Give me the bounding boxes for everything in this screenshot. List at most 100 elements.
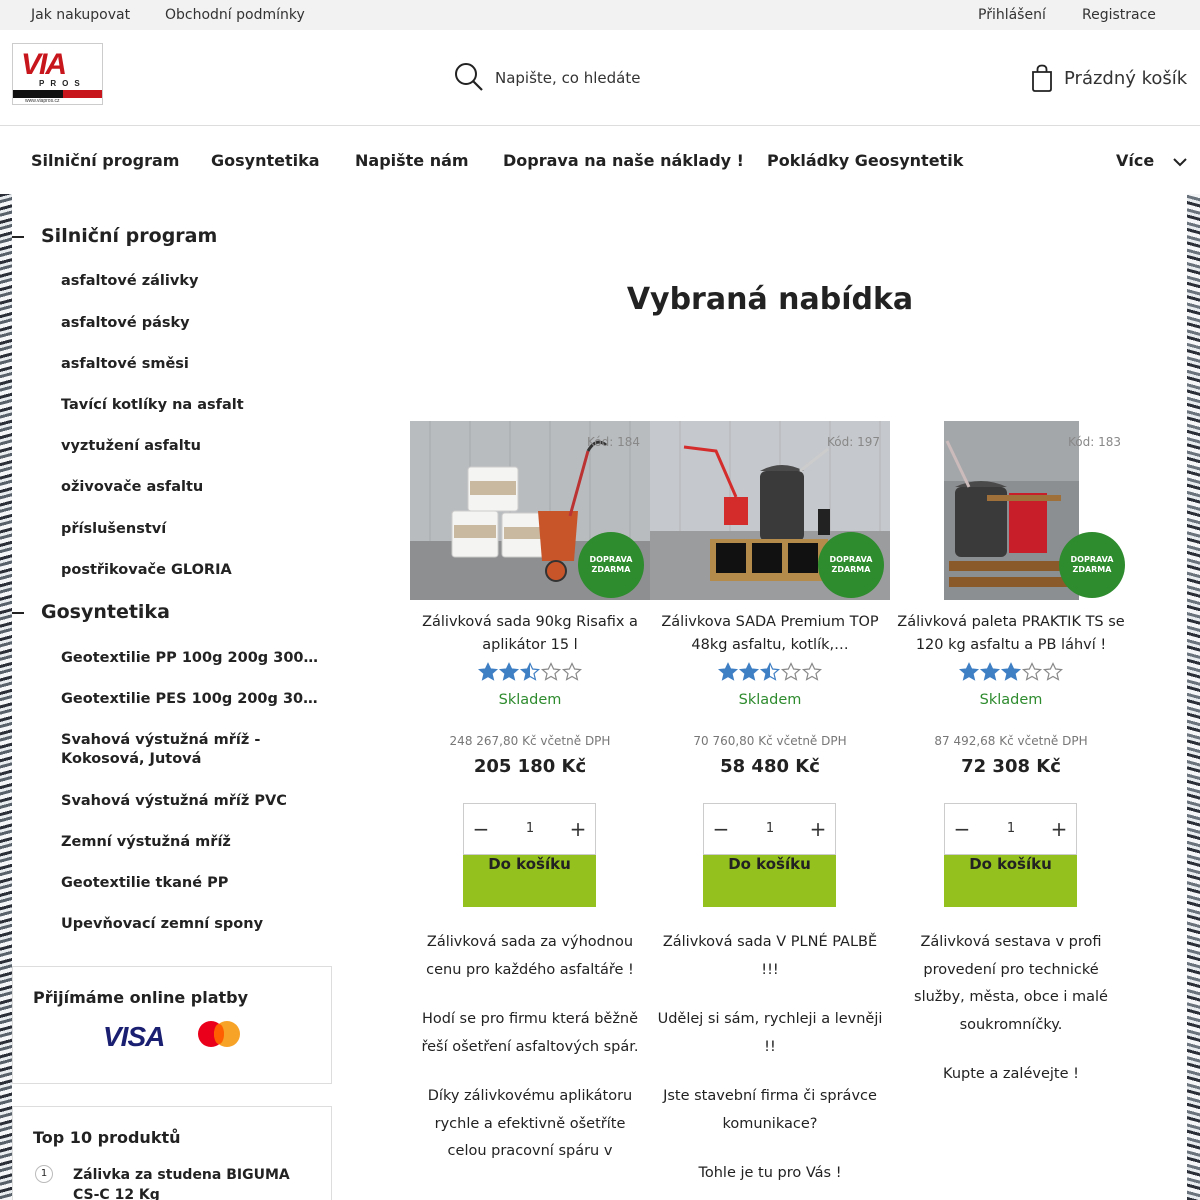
product-price: 72 308 Kč — [961, 756, 1061, 777]
sidebar-item-gloria-sprayers[interactable]: postřikovače GLORIA — [61, 561, 323, 580]
star-icon — [519, 662, 541, 681]
site-header: VIA PROS www.viapros.cz Napište, co hled… — [0, 30, 1200, 126]
link-how-to-buy[interactable]: Jak nakupovat — [31, 7, 130, 23]
rating-stars — [717, 662, 823, 682]
register-link[interactable]: Registrace — [1082, 7, 1156, 23]
price-with-vat: 87 492,68 Kč včetně DPH — [934, 734, 1088, 748]
sidebar-item-asphalt-tapes[interactable]: asfaltové pásky — [61, 314, 323, 333]
collapse-dash-icon[interactable] — [12, 236, 24, 238]
page-title: Vybraná nabídka — [626, 282, 914, 317]
description-paragraph: Tohle je tu pro Vás ! — [698, 1165, 842, 1181]
product-description: Zálivková sada za výhodnou cenu pro každ… — [415, 929, 645, 1188]
product-name[interactable]: Zálivková sada 90kg Risafix a aplikátor … — [410, 611, 650, 657]
description-paragraph: Zálivková sada za výhodnou cenu pro každ… — [426, 934, 634, 978]
price-with-vat: 70 760,80 Kč včetně DPH — [693, 734, 847, 748]
link-terms[interactable]: Obchodní podmínky — [165, 7, 305, 23]
nav-item-road-program[interactable]: Silniční program — [31, 151, 179, 170]
free-delivery-badge: DOPRAVA ZDARMA — [818, 532, 884, 598]
star-icon — [498, 662, 520, 681]
background-texture-right — [1187, 194, 1200, 1200]
collapse-dash-icon[interactable] — [12, 612, 24, 614]
star-icon — [1000, 662, 1022, 681]
sidebar-category-road-program[interactable]: Silniční program — [41, 225, 217, 247]
sidebar-item-asphalt-reinforcement[interactable]: vyztužení asfaltu — [61, 437, 323, 456]
product-image[interactable]: Kód: 183 DOPRAVA ZDARMA — [891, 421, 1131, 600]
stock-status: Skladem — [738, 692, 802, 708]
sidebar-item-woven-geotextile[interactable]: Geotextilie tkané PP — [61, 874, 323, 893]
rating-stars — [958, 662, 1064, 682]
quantity-stepper: − 1 + — [463, 803, 596, 855]
quantity-input[interactable]: 1 — [498, 804, 562, 854]
star-icon — [717, 662, 739, 681]
description-paragraph: Jste stavební firma či správce komunikac… — [663, 1088, 877, 1132]
sidebar-item-asphalt-mixes[interactable]: asfaltové směsi — [61, 355, 323, 374]
main-nav: Silniční program Gosyntetika Napište nám… — [0, 126, 1200, 194]
search-input[interactable]: Napište, co hledáte — [495, 69, 640, 87]
product-name[interactable]: Zálivková paleta PRAKTIK TS se 120 kg as… — [891, 611, 1131, 657]
price-with-vat: 248 267,80 Kč včetně DPH — [449, 734, 611, 748]
sidebar-item-ground-mesh[interactable]: Zemní výstužná mříž — [61, 833, 323, 852]
star-icon — [1021, 662, 1043, 681]
payments-box: Přijímáme online platby VISA — [12, 966, 332, 1084]
star-icon — [979, 662, 1001, 681]
logo-url: www.viapros.cz — [25, 98, 60, 104]
quantity-input[interactable]: 1 — [738, 804, 802, 854]
plus-icon[interactable]: + — [561, 804, 595, 854]
star-icon — [561, 662, 583, 681]
product-card: Kód: 183 DOPRAVA ZDARMA Zálivková paleta… — [891, 421, 1131, 1200]
sidebar: Silniční program asfaltové zálivky asfal… — [12, 194, 332, 1200]
product-card: Kód: 197 DOPRAVA ZDARMA Zálivkova SADA P… — [650, 421, 890, 1200]
chevron-down-icon — [1173, 157, 1187, 166]
logo-subtext: PROS — [39, 79, 86, 88]
quantity-stepper: − 1 + — [703, 803, 836, 855]
nav-item-free-delivery[interactable]: Doprava na naše náklady ! — [503, 151, 744, 170]
top10-item-link[interactable]: Zálivka za studena BIGUMA CS-C 12 Kg — [73, 1165, 318, 1200]
nav-item-installations[interactable]: Pokládky Geosyntetik — [767, 151, 963, 170]
sidebar-item-asphalt-sealants[interactable]: asfaltové zálivky — [61, 272, 323, 291]
login-link[interactable]: Přihlášení — [978, 7, 1046, 23]
product-image[interactable]: Kód: 184 DOPRAVA ZDARMA — [410, 421, 650, 600]
product-name[interactable]: Zálivkova SADA Premium TOP 48kg asfaltu,… — [650, 611, 890, 657]
sidebar-category-geosynthetics[interactable]: Gosyntetika — [41, 601, 170, 623]
product-image[interactable]: Kód: 197 DOPRAVA ZDARMA — [650, 421, 890, 600]
star-icon — [477, 662, 499, 681]
quantity-input[interactable]: 1 — [979, 804, 1043, 854]
plus-icon[interactable]: + — [1042, 804, 1076, 854]
description-paragraph: Zálivková sada V PLNÉ PALBĚ !!! — [662, 934, 878, 978]
minus-icon[interactable]: − — [945, 804, 979, 854]
sidebar-item-geotextile-pes[interactable]: Geotextilie PES 100g 200g 300g … — [61, 690, 323, 709]
add-to-cart-button[interactable]: Do košíku — [463, 855, 596, 907]
star-icon — [738, 662, 760, 681]
site-logo[interactable]: VIA PROS www.viapros.cz — [12, 43, 103, 105]
minus-icon[interactable]: − — [464, 804, 498, 854]
nav-item-contact[interactable]: Napište nám — [355, 151, 469, 170]
add-to-cart-button[interactable]: Do košíku — [944, 855, 1077, 907]
cart[interactable]: Prázdný košík — [1028, 62, 1198, 96]
sidebar-item-ground-staples[interactable]: Upevňovací zemní spony — [61, 915, 323, 934]
stock-status: Skladem — [498, 692, 562, 708]
sidebar-item-geotextile-pp[interactable]: Geotextilie PP 100g 200g 300g … — [61, 649, 323, 668]
plus-icon[interactable]: + — [801, 804, 835, 854]
star-icon — [801, 662, 823, 681]
nav-more-label: Více — [1116, 151, 1155, 170]
free-delivery-badge: DOPRAVA ZDARMA — [578, 532, 644, 598]
stock-status: Skladem — [979, 692, 1043, 708]
sidebar-item-asphalt-rejuvenators[interactable]: oživovače asfaltu — [61, 478, 323, 497]
top-bar: Jak nakupovat Obchodní podmínky Přihláše… — [0, 0, 1200, 30]
minus-icon[interactable]: − — [704, 804, 738, 854]
product-price: 205 180 Kč — [473, 756, 587, 777]
description-paragraph: Zálivková sestava v profi provedení pro … — [914, 934, 1108, 1033]
product-code: Kód: 184 — [587, 435, 640, 449]
sidebar-item-slope-mesh-pvc[interactable]: Svahová výstužná mříž PVC — [61, 792, 323, 811]
nav-item-more[interactable]: Více — [1116, 151, 1188, 170]
sidebar-item-melting-kettles[interactable]: Tavící kotlíky na asfalt — [61, 396, 323, 415]
search-box[interactable]: Napište, co hledáte — [452, 60, 712, 94]
background-texture-left — [0, 194, 12, 1200]
product-description: Zálivková sestava v profi provedení pro … — [896, 929, 1126, 1111]
nav-item-geosynthetics[interactable]: Gosyntetika — [211, 151, 320, 170]
sidebar-item-accessories[interactable]: příslušenství — [61, 520, 323, 539]
sidebar-item-slope-mesh-coconut[interactable]: Svahová výstužná mříž - Kokosová, Jutová — [61, 731, 281, 769]
add-to-cart-button[interactable]: Do košíku — [703, 855, 836, 907]
mastercard-logo — [198, 1021, 240, 1047]
star-icon — [958, 662, 980, 681]
